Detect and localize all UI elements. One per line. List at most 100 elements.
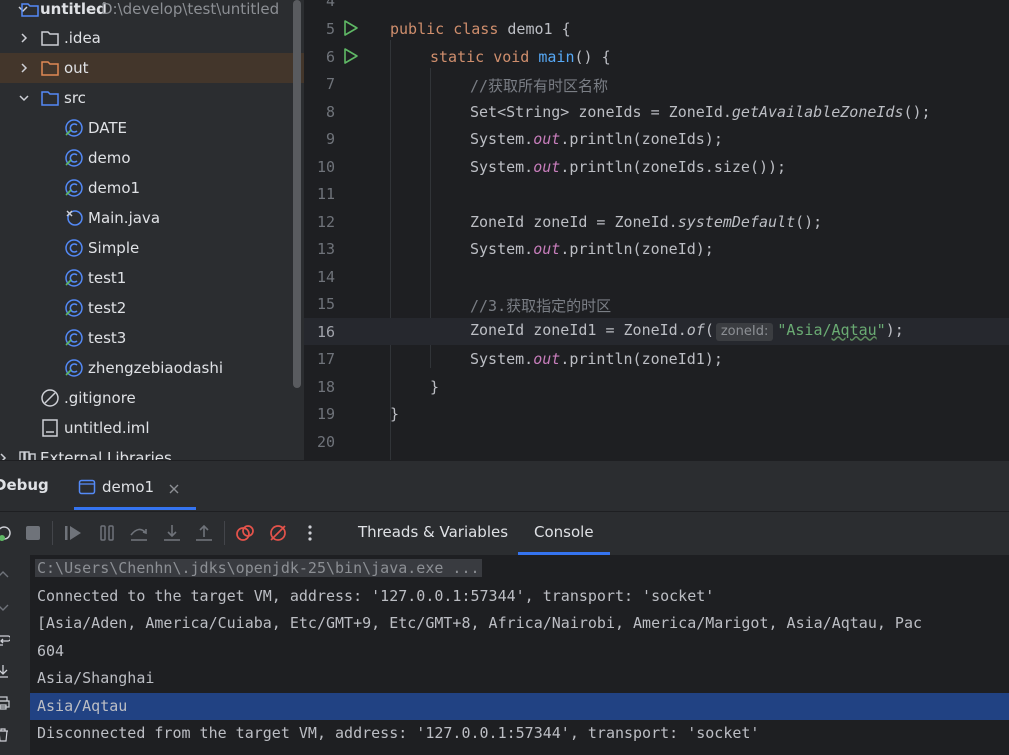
chevron-right-icon[interactable] (17, 31, 31, 45)
run-gutter-icon[interactable] (342, 19, 360, 37)
module-file-icon (40, 418, 60, 438)
line-number: 10 (316, 157, 335, 176)
code-token: () { (574, 47, 611, 66)
code-token: ZoneId zoneId1 = ZoneId. (470, 320, 687, 339)
console-output[interactable]: C:\Users\Chenhn\.jdks\openjdk-25\bin\jav… (30, 555, 1009, 755)
code-token: .println(zoneId1); (560, 350, 723, 368)
run-gutter-icon[interactable] (342, 47, 360, 65)
down-arrow-icon[interactable] (0, 599, 10, 618)
project-tree: untitled D:\develop\test\untitled .idea … (0, 0, 304, 460)
tree-item-label: test1 (88, 269, 127, 287)
tree-item-label: zhengzebiaodashi (88, 359, 223, 377)
tree-item-src[interactable]: src (0, 83, 304, 113)
code-token: demo1 { (507, 20, 571, 38)
console-line: [Asia/Aden, America/Cuiaba, Etc/GMT+9, E… (30, 610, 1009, 637)
step-into-icon[interactable] (162, 523, 182, 543)
scroll-to-end-icon[interactable] (0, 663, 10, 682)
tree-item-idea[interactable]: .idea (0, 23, 304, 53)
java-class-icon (64, 148, 84, 168)
tree-item-class[interactable]: demo1 (0, 173, 304, 203)
tab-console[interactable]: Console (534, 523, 594, 541)
console-text: 604 (37, 641, 65, 660)
code-token: out (533, 240, 561, 258)
debug-header: Debug demo1 (0, 460, 1009, 512)
code-token: System. (470, 157, 534, 176)
code-token: ( (704, 320, 714, 339)
code-token: ZoneId zoneId = ZoneId. (470, 212, 678, 231)
code-token: .println(zoneIds); (560, 130, 723, 148)
code-token: out (533, 130, 561, 148)
code-token: System. (470, 130, 534, 148)
chevron-right-icon[interactable] (0, 451, 10, 460)
tree-item-label: src (64, 89, 86, 107)
tree-item-external-libraries[interactable]: External Libraries (0, 443, 304, 460)
java-class-icon (64, 118, 84, 138)
code-line: 9 System.out.println(zoneIds); (304, 125, 1009, 153)
code-token: of (686, 320, 705, 339)
console-text: Asia/Aqtau (37, 696, 128, 715)
step-over-icon[interactable] (129, 523, 149, 543)
chevron-right-icon[interactable] (17, 61, 31, 75)
tree-item-label: untitled.iml (64, 419, 150, 437)
tree-item-label: .gitignore (64, 389, 136, 407)
rerun-icon[interactable] (0, 523, 14, 543)
tree-item-label: test2 (88, 299, 127, 317)
more-options-icon[interactable] (300, 523, 320, 543)
tab-debug-session[interactable]: demo1 (74, 469, 194, 505)
tree-item-class[interactable]: DATE (0, 113, 304, 143)
excluded-folder-icon (40, 58, 60, 78)
code-token: systemDefault (677, 212, 796, 231)
console-command[interactable]: C:\Users\Chenhn\.jdks\openjdk-25\bin\jav… (35, 559, 482, 577)
code-editor[interactable]: 4 5 public class demo1 { 6 static void m… (304, 0, 1009, 460)
code-line: 11 (304, 180, 1009, 208)
tree-item-label: DATE (88, 119, 128, 137)
tree-item-class[interactable]: Main.java (0, 203, 304, 233)
console-line-selected: Asia/Aqtau (30, 692, 1009, 720)
close-icon[interactable] (168, 480, 180, 499)
code-token: System. (470, 350, 534, 368)
resume-icon[interactable] (63, 523, 83, 543)
code-line: 20 (304, 428, 1009, 456)
soft-wrap-icon[interactable] (0, 632, 12, 651)
step-out-icon[interactable] (194, 523, 214, 543)
java-class-icon (64, 268, 84, 288)
code-line: 12 ZoneId zoneId = ZoneId.systemDefault(… (304, 208, 1009, 236)
tab-threads-variables[interactable]: Threads & Variables (358, 523, 508, 541)
view-breakpoints-icon[interactable] (235, 523, 255, 543)
line-number: 12 (316, 212, 335, 231)
code-token: } (430, 377, 440, 396)
mute-breakpoints-icon[interactable] (268, 523, 288, 543)
tree-item-class[interactable]: test1 (0, 263, 304, 293)
line-number: 20 (316, 432, 335, 451)
console-side-toolbar (0, 555, 30, 755)
code-token: .println(zoneId); (560, 240, 714, 258)
tree-item-class[interactable]: test2 (0, 293, 304, 323)
tree-item-iml[interactable]: untitled.iml (0, 413, 304, 443)
tree-item-gitignore[interactable]: .gitignore (0, 383, 304, 413)
code-token: Set<String> zoneIds = ZoneId. (470, 102, 732, 121)
tree-scrollbar[interactable] (293, 0, 301, 388)
code-comment: //3.获取指定的时区 (470, 297, 612, 315)
tree-item-class[interactable]: test3 (0, 323, 304, 353)
up-arrow-icon[interactable] (0, 567, 10, 586)
pause-icon[interactable] (97, 523, 117, 543)
tree-item-class[interactable]: Simple (0, 233, 304, 263)
print-icon[interactable] (0, 695, 10, 714)
java-class-icon (64, 358, 84, 378)
tree-item-class[interactable]: zhengzebiaodashi (0, 353, 304, 383)
stop-icon[interactable] (23, 523, 43, 543)
tree-item-label: demo1 (88, 179, 141, 197)
tree-item-class[interactable]: demo (0, 143, 304, 173)
trash-icon[interactable] (0, 727, 10, 746)
tree-item-out[interactable]: out (0, 53, 304, 83)
tree-root-untitled[interactable]: untitled D:\develop\test\untitled (0, 0, 304, 24)
java-class-icon (64, 328, 84, 348)
tree-item-label: Simple (88, 239, 140, 257)
line-number: 18 (316, 377, 335, 396)
code-token: ); (885, 320, 904, 339)
tree-item-label: out (64, 59, 89, 77)
tree-item-label: demo (88, 149, 131, 167)
code-token: getAvailableZoneIds (731, 102, 904, 121)
console-text: Connected to the target VM, address: '12… (37, 586, 715, 605)
chevron-down-icon[interactable] (17, 91, 31, 105)
